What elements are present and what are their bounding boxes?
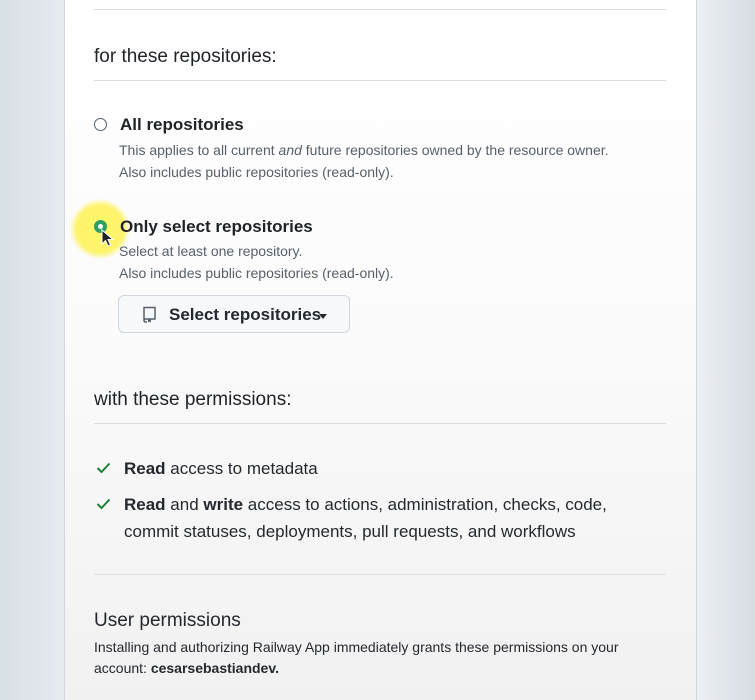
permissions-heading: with these permissions:	[94, 389, 292, 410]
permissions-panel	[64, 0, 697, 700]
all-repositories-note: Also includes public repositories (read-…	[119, 164, 394, 180]
all-repositories-description: This applies to all current and future r…	[119, 142, 609, 158]
only-select-repositories-description: Select at least one repository.	[119, 243, 303, 259]
user-permissions-title: User permissions	[94, 610, 241, 631]
permissions-divider	[94, 423, 666, 424]
repositories-divider	[94, 80, 666, 81]
only-select-repositories-label[interactable]: Only select repositories	[120, 217, 313, 237]
permission-read-write: Read and write access to actions, admini…	[124, 495, 607, 514]
user-permissions-description: Installing and authorizing Railway App i…	[94, 639, 619, 676]
select-repositories-label: Select repositories	[169, 305, 322, 324]
user-permissions-divider	[94, 574, 666, 575]
only-select-repositories-note: Also includes public repositories (read-…	[119, 265, 394, 281]
all-repositories-radio[interactable]	[94, 118, 107, 131]
cursor-icon	[101, 229, 115, 247]
permission-metadata: Read access to metadata	[124, 459, 318, 478]
repo-icon	[143, 306, 156, 323]
top-divider	[94, 9, 666, 10]
caret-down-icon	[319, 314, 327, 319]
account-name: cesarsebastiandev.	[150, 660, 279, 676]
all-repositories-label[interactable]: All repositories	[120, 115, 244, 135]
check-icon	[96, 498, 111, 510]
permission-read-write-continued: commit statuses, deployments, pull reque…	[124, 522, 576, 541]
select-repositories-button[interactable]: Select repositories	[118, 295, 350, 333]
check-icon	[96, 462, 111, 474]
repositories-heading: for these repositories:	[94, 46, 277, 67]
